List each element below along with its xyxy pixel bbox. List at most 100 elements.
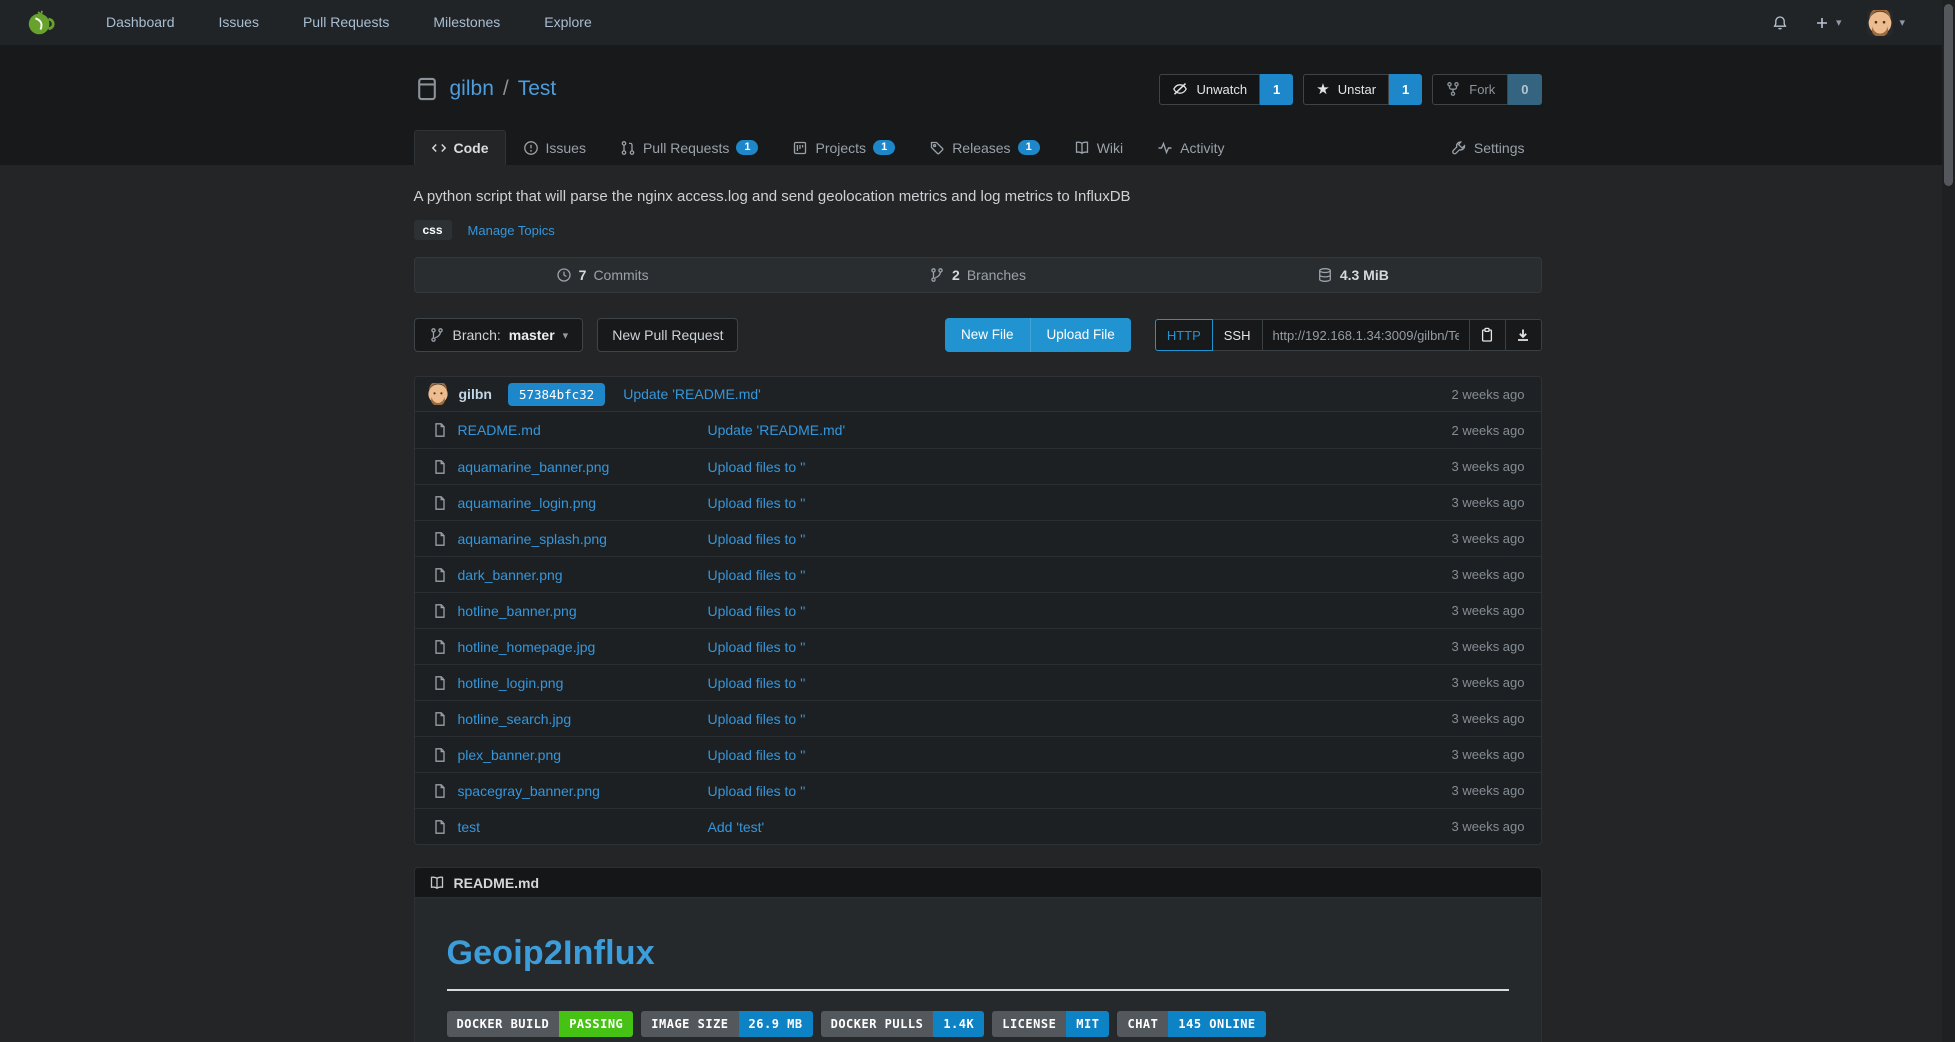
fork-button[interactable]: Fork 0 [1432,74,1541,105]
tab-settings[interactable]: Settings [1434,130,1542,165]
file-name-link[interactable]: test [458,819,481,835]
tab-projects[interactable]: Projects 1 [775,130,912,165]
branch-label: Branch: [453,327,501,343]
file-name-link[interactable]: aquamarine_banner.png [458,459,610,475]
file-name-link[interactable]: hotline_search.jpg [458,711,572,727]
topic-chip-css[interactable]: css [414,220,452,240]
shield-badge[interactable]: DOCKER PULLS1.4K [821,1011,985,1037]
file-age: 3 weeks ago [1452,603,1541,618]
commits-label: Commits [593,267,648,283]
nav-item-pull-requests[interactable]: Pull Requests [281,0,411,45]
forks-count[interactable]: 0 [1508,74,1541,105]
shield-badge[interactable]: CHAT145 ONLINE [1117,1011,1265,1037]
file-name-link[interactable]: hotline_homepage.jpg [458,639,596,655]
notifications-bell-button[interactable] [1772,15,1788,31]
clone-url-input[interactable] [1263,319,1470,351]
file-age: 3 weeks ago [1452,495,1541,510]
file-name-link[interactable]: hotline_login.png [458,675,564,691]
copy-url-button[interactable] [1470,319,1506,351]
commit-author-avatar[interactable] [427,383,449,405]
file-commit-link[interactable]: Upload files to '' [708,531,1452,547]
file-commit-link[interactable]: Upload files to '' [708,495,1452,511]
file-age: 3 weeks ago [1452,459,1541,474]
repo-header: gilbn / Test Unwatch 1 [0,45,1955,165]
nav-item-milestones[interactable]: Milestones [411,0,522,45]
file-commit-link[interactable]: Upload files to '' [708,747,1452,763]
file-commit-link[interactable]: Upload files to '' [708,639,1452,655]
commits-stat[interactable]: 7 Commits [415,267,790,283]
tab-settings-label: Settings [1474,140,1525,156]
tab-releases-label: Releases [952,140,1010,156]
file-commit-link[interactable]: Add 'test' [708,819,1452,835]
new-file-button[interactable]: New File [945,318,1030,352]
unstar-button[interactable]: ★ Unstar 1 [1303,74,1422,105]
chevron-down-icon: ▾ [1899,16,1905,29]
stars-count[interactable]: 1 [1389,74,1422,105]
file-commit-link[interactable]: Upload files to '' [708,459,1452,475]
tab-pull-requests[interactable]: Pull Requests 1 [603,130,776,165]
commit-author-link[interactable]: gilbn [459,386,492,402]
manage-topics-link[interactable]: Manage Topics [468,223,555,238]
nav-item-explore[interactable]: Explore [522,0,613,45]
file-commit-link[interactable]: Upload files to '' [708,603,1452,619]
file-commit-link[interactable]: Upload files to '' [708,567,1452,583]
file-age: 3 weeks ago [1452,711,1541,726]
user-avatar [1867,10,1893,36]
page-scrollbar-thumb[interactable] [1944,4,1953,186]
commit-message-link[interactable]: Update 'README.md' [623,386,761,402]
user-menu-dropdown[interactable]: ▾ [1867,10,1905,36]
projects-count-badge: 1 [873,140,895,155]
file-commit-link[interactable]: Upload files to '' [708,783,1452,799]
tab-issues[interactable]: Issues [506,130,603,165]
commit-hash-badge[interactable]: 57384bfc32 [508,383,605,406]
shield-badge[interactable]: DOCKER BUILDPASSING [447,1011,634,1037]
pull-request-icon [620,140,636,156]
file-commit-link[interactable]: Upload files to '' [708,711,1452,727]
file-name-link[interactable]: aquamarine_login.png [458,495,597,511]
file-icon [432,422,448,438]
clipboard-icon [1479,327,1495,343]
tab-releases[interactable]: Releases 1 [912,130,1057,165]
file-name-link[interactable]: README.md [458,422,541,438]
clone-ssh-toggle[interactable]: SSH [1213,319,1263,351]
file-name-link[interactable]: spacegray_banner.png [458,783,600,799]
nav-item-dashboard[interactable]: Dashboard [84,0,197,45]
file-row: dark_banner.png Upload files to '' 3 wee… [415,556,1541,592]
repo-size-stat[interactable]: 4.3 MiB [1165,267,1540,283]
nav-item-issues[interactable]: Issues [197,0,281,45]
tab-code[interactable]: Code [414,130,506,165]
readme-panel: README.md Geoip2Influx DOCKER BUILDPASSI… [414,867,1542,1042]
repo-path-separator: / [503,77,509,101]
new-pull-request-button[interactable]: New Pull Request [597,318,738,352]
file-row: plex_banner.png Upload files to '' 3 wee… [415,736,1541,772]
repo-owner-link[interactable]: gilbn [450,77,494,101]
branch-selector[interactable]: Branch: master ▾ [414,318,584,352]
star-icon: ★ [1316,82,1329,97]
file-row: aquamarine_login.png Upload files to '' … [415,484,1541,520]
create-new-dropdown[interactable]: ▾ [1814,15,1842,31]
download-archive-button[interactable] [1506,319,1542,351]
gitea-logo[interactable] [26,8,56,38]
file-commit-link[interactable]: Update 'README.md' [708,422,1452,438]
tab-wiki[interactable]: Wiki [1057,130,1140,165]
unwatch-label: Unwatch [1196,82,1247,97]
file-age: 3 weeks ago [1452,819,1541,834]
unwatch-button[interactable]: Unwatch 1 [1159,74,1293,105]
file-name-link[interactable]: aquamarine_splash.png [458,531,607,547]
shield-badge[interactable]: IMAGE SIZE26.9 MB [641,1011,812,1037]
file-name-link[interactable]: plex_banner.png [458,747,562,763]
repo-name-link[interactable]: Test [518,77,557,101]
file-name-link[interactable]: hotline_banner.png [458,603,577,619]
readme-divider [447,989,1509,991]
upload-file-button[interactable]: Upload File [1030,318,1131,352]
file-commit-link[interactable]: Upload files to '' [708,675,1452,691]
watchers-count[interactable]: 1 [1260,74,1293,105]
tab-activity[interactable]: Activity [1140,130,1241,165]
pulse-icon [1157,140,1173,156]
file-name-link[interactable]: dark_banner.png [458,567,563,583]
file-icon [432,531,448,547]
clone-http-toggle[interactable]: HTTP [1155,319,1213,351]
branches-stat[interactable]: 2 Branches [790,267,1165,283]
shield-badge[interactable]: LICENSEMIT [992,1011,1109,1037]
database-icon [1317,267,1333,283]
